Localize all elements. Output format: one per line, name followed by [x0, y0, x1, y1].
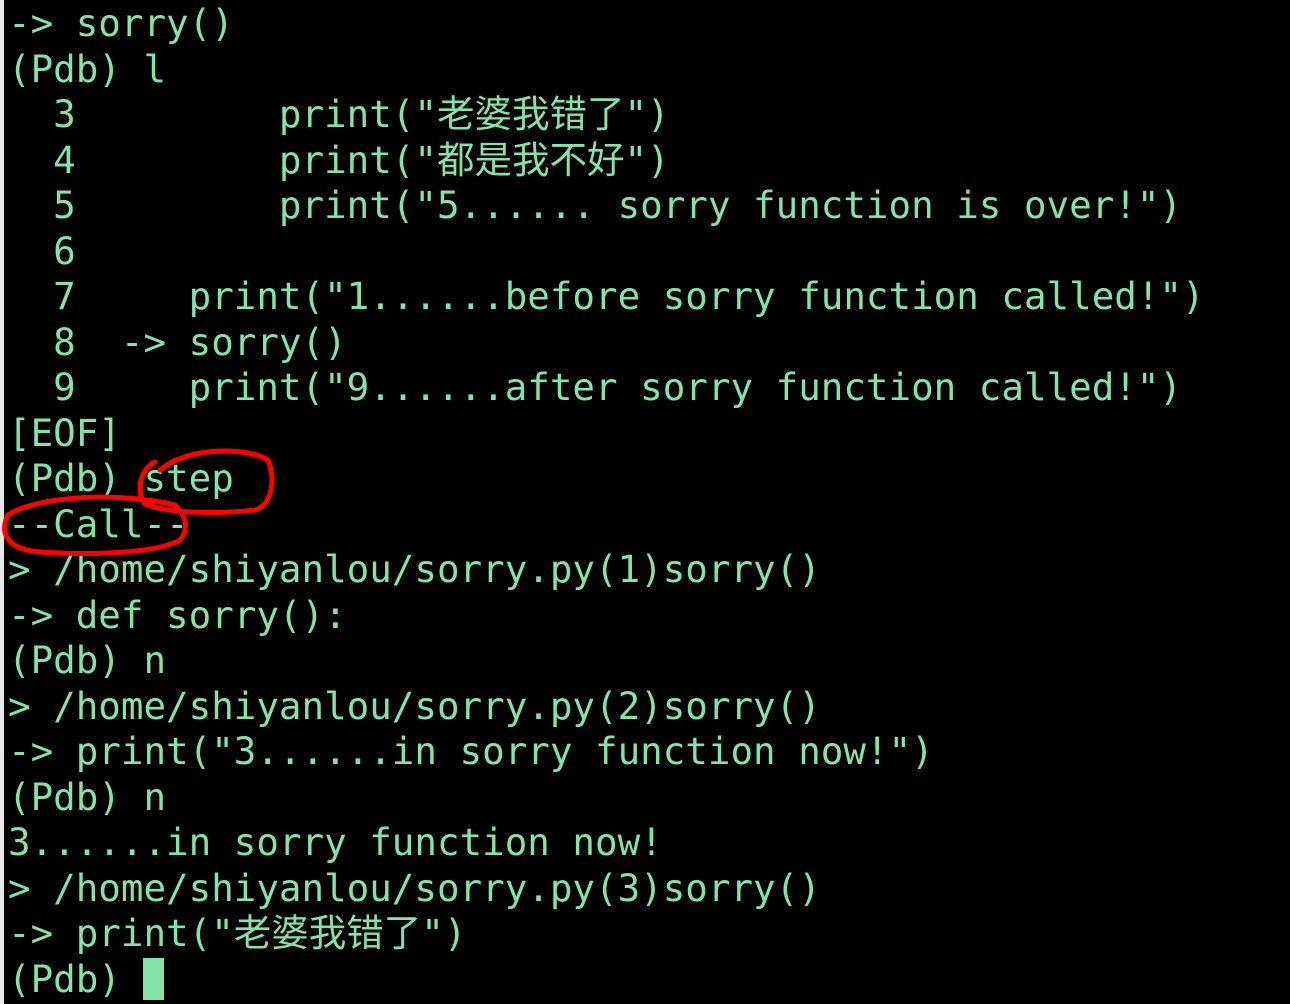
terminal-line: > /home/shiyanlou/sorry.py(3)sorry() — [8, 865, 821, 910]
terminal-line: -> print("老婆我错了") — [8, 911, 467, 955]
window-edge — [0, 0, 4, 1004]
terminal-line: 9 print("9......after sorry function cal… — [8, 365, 1182, 409]
terminal-line: (Pdb) n — [8, 774, 167, 819]
terminal-line: 5 print("5...... sorry function is over!… — [8, 183, 1182, 227]
terminal-line: > /home/shiyanlou/sorry.py(1)sorry() — [8, 547, 821, 591]
pdb-prompt: (Pdb) — [8, 956, 144, 1001]
terminal-line: (Pdb) step — [8, 456, 234, 500]
terminal-line: > /home/shiyanlou/sorry.py(2)sorry() — [8, 683, 821, 728]
cursor — [143, 957, 165, 1000]
terminal-line: --Call-- — [8, 501, 189, 546]
terminal-line: -> def sorry(): — [8, 592, 347, 637]
terminal-line: 4 print("都是我不好") — [8, 137, 670, 182]
terminal-line: 6 — [8, 228, 76, 273]
terminal-line: -> sorry() — [8, 1, 234, 45]
terminal-line: 3 print("老婆我错了") — [8, 92, 670, 136]
terminal-line: -> print("3......in sorry function now!"… — [8, 729, 934, 773]
terminal-line: (Pdb) l — [8, 46, 167, 91]
terminal-line: (Pdb) n — [8, 638, 167, 682]
terminal-line: 7 print("1......before sorry function ca… — [8, 274, 1205, 318]
terminal-output[interactable]: -> sorry() (Pdb) l 3 print("老婆我错了") 4 pri… — [8, 1, 1205, 1002]
terminal-line: [EOF] — [8, 410, 121, 455]
terminal-line: 8 -> sorry() — [8, 319, 347, 364]
prompt-line[interactable]: (Pdb) — [8, 957, 1205, 1003]
terminal-line: 3......in sorry function now! — [8, 820, 663, 864]
